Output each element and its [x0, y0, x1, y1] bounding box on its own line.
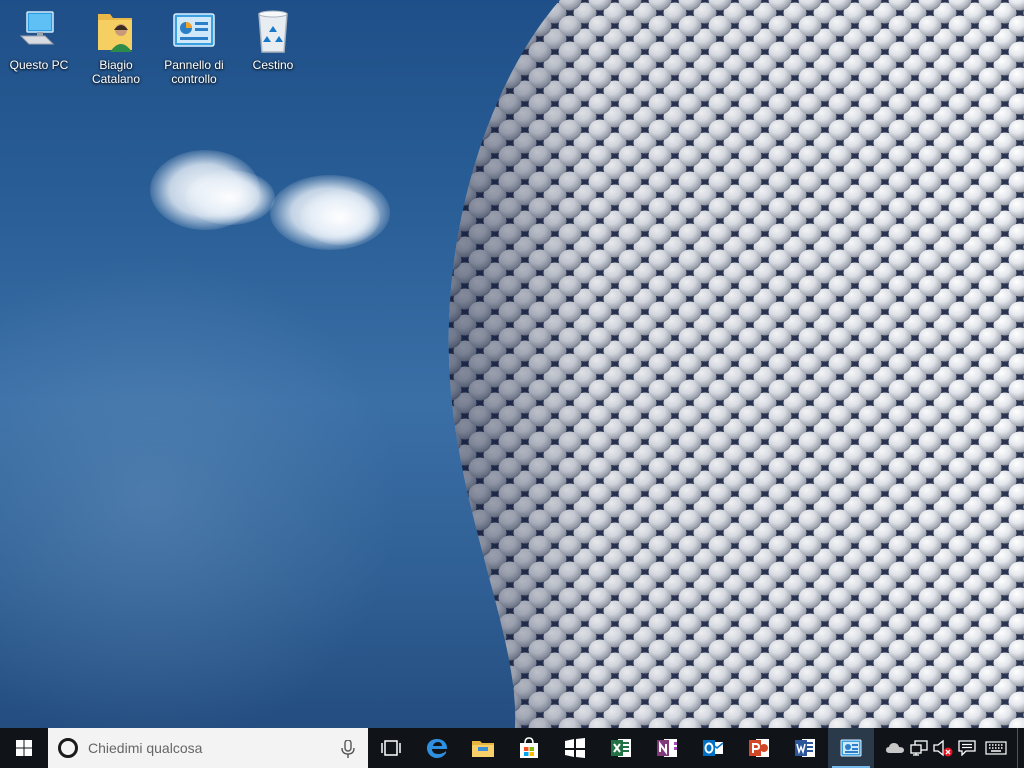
control-panel-icon — [170, 6, 218, 54]
tray-volume[interactable] — [931, 728, 955, 768]
word-icon — [795, 739, 815, 757]
taskbar-app-tablet[interactable] — [552, 728, 598, 768]
taskbar-app-store[interactable] — [506, 728, 552, 768]
recycle-bin-icon — [249, 6, 297, 54]
taskbar-app-onenote[interactable] — [644, 728, 690, 768]
system-tray — [883, 728, 1024, 768]
taskbar-app-file-explorer[interactable] — [460, 728, 506, 768]
desktop-icon-label: Questo PC — [9, 58, 69, 72]
windows-logo-icon — [16, 740, 32, 756]
tray-action-center[interactable] — [955, 728, 979, 768]
search-box[interactable] — [48, 728, 368, 768]
cortana-icon — [58, 738, 78, 758]
desktop-icon-label: Pannello di controllo — [164, 58, 224, 86]
user-folder-icon — [92, 6, 140, 54]
store-icon — [520, 737, 538, 758]
edge-icon — [427, 739, 448, 758]
taskbar-app-edge[interactable] — [414, 728, 460, 768]
outlook-icon — [703, 740, 724, 756]
task-view-button[interactable] — [368, 728, 414, 768]
onenote-icon — [657, 739, 677, 757]
desktop-icon-recycle-bin[interactable]: Cestino — [235, 6, 311, 72]
volume-muted-icon — [933, 739, 953, 757]
folder-icon — [472, 741, 494, 757]
tray-network[interactable] — [907, 728, 931, 768]
taskbar-app-control-panel[interactable] — [828, 728, 874, 768]
powerpoint-icon — [749, 739, 769, 757]
taskbar-app-outlook[interactable] — [690, 728, 736, 768]
taskbar-app-powerpoint[interactable] — [736, 728, 782, 768]
desktop-icon-this-pc[interactable]: Questo PC — [1, 6, 77, 72]
taskbar-app-word[interactable] — [782, 728, 828, 768]
show-desktop-button[interactable] — [1017, 728, 1024, 768]
task-view-icon — [381, 740, 401, 756]
desktop[interactable]: Questo PC Biagio Catalano Pannello di co… — [0, 0, 1024, 728]
desktop-icon-control-panel[interactable]: Pannello di controllo — [156, 6, 232, 86]
desktop-icon-label: Biagio Catalano — [91, 58, 141, 86]
network-icon — [910, 740, 928, 756]
desktop-icon-user-folder[interactable]: Biagio Catalano — [78, 6, 154, 86]
control-panel-icon — [840, 739, 862, 757]
cloud-icon — [886, 743, 904, 753]
app-tiles-icon — [565, 738, 585, 758]
start-button[interactable] — [0, 728, 48, 768]
desktop-icon-label: Cestino — [252, 58, 294, 72]
action-center-icon — [958, 740, 976, 756]
taskbar-app-excel[interactable] — [598, 728, 644, 768]
computer-icon — [15, 6, 63, 54]
excel-icon — [611, 739, 631, 757]
microphone-icon[interactable] — [340, 740, 356, 758]
tray-touch-keyboard[interactable] — [979, 728, 1013, 768]
taskbar — [0, 728, 1024, 768]
tray-onedrive[interactable] — [883, 728, 907, 768]
wallpaper-building — [448, 0, 1024, 728]
keyboard-icon — [985, 741, 1007, 755]
search-input[interactable] — [86, 739, 320, 757]
